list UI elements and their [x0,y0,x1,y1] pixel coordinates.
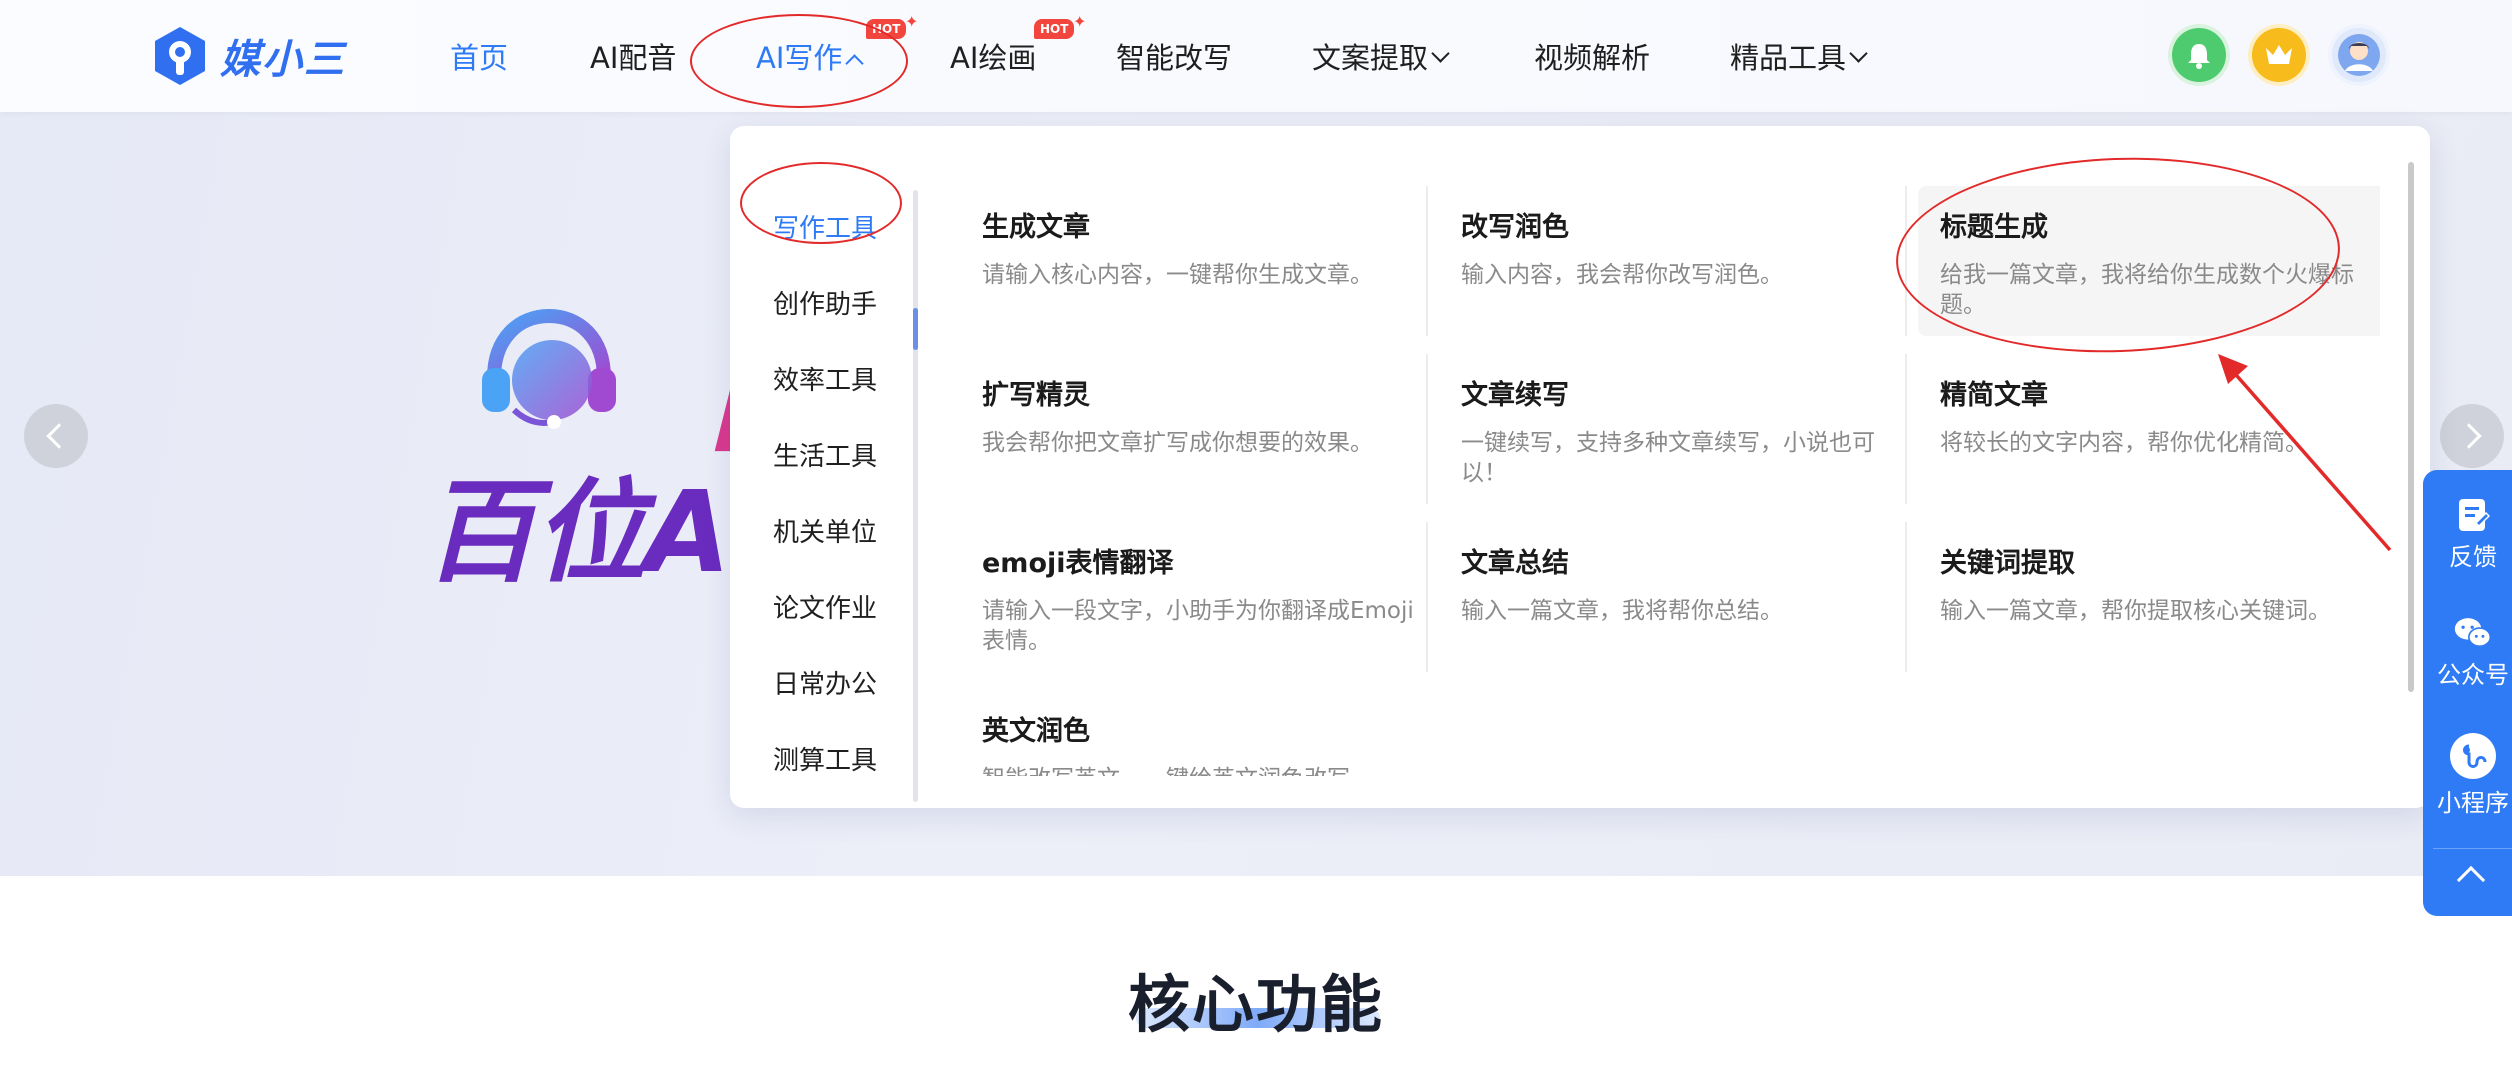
tool-desc: 输入一篇文章，我将帮你总结。 [1461,598,1783,624]
chevron-down-icon [1849,44,1868,63]
tool-desc: 我会帮你把文章扩写成你想要的效果。 [982,430,1373,456]
banner-prev-button[interactable] [24,404,88,468]
tool-card-emoji-translate[interactable]: emoji表情翻译 请输入一段文字，小助手为你翻译成Emoji表情。 [960,522,1438,672]
tool-title: 生成文章 [982,212,1090,243]
nav-ai-drawing-label: AI绘画 [950,41,1037,75]
category-sidebar: 写作工具 创作助手 效率工具 生活工具 机关单位 论文作业 日常办公 测算工具 [730,154,920,802]
tool-card-english-polish[interactable]: 英文润色 智能改写英文，一键给英文润色改写 [960,690,1438,776]
category-life-tools[interactable]: 生活工具 [773,440,877,474]
float-mini-program[interactable]: 小程序 [2423,732,2512,818]
tool-card-expand-writer[interactable]: 扩写精灵 我会帮你把文章扩写成你想要的效果。 [960,354,1438,504]
sparkle-icon: ✦ [905,12,919,31]
sparkle-icon: ✦ [1073,12,1087,31]
tool-desc: 一键续写，支持多种文章续写，小说也可以！ [1461,430,1875,486]
nav-home-label: 首页 [450,41,509,75]
tool-desc: 请输入一段文字，小助手为你翻译成Emoji表情。 [982,598,1414,654]
chevron-up-icon [845,54,865,73]
site-logo[interactable]: 媒小三 [152,24,346,88]
banner-headline: 百位AI [424,468,770,598]
chevron-down-icon [1431,44,1450,63]
tool-desc: 给我一篇文章，我将给你生成数个火爆标题。 [1940,262,2354,318]
sidebar-scrollbar-thumb[interactable] [913,308,918,350]
nav-ai-writing-label: AI写作 [756,41,843,75]
tool-title: 扩写精灵 [982,380,1090,411]
back-to-top-button[interactable] [2456,865,2486,895]
section-title: 核心功能 [1127,968,1384,1041]
tool-desc: 输入内容，我会帮你改写润色。 [1461,262,1783,288]
vip-button[interactable] [2252,28,2306,82]
tool-desc: 智能改写英文，一键给英文润色改写 [982,764,1422,776]
float-feedback-label: 反馈 [2449,543,2497,571]
chevron-left-icon [46,423,72,449]
bell-icon [2188,44,2210,69]
category-daily-office[interactable]: 日常办公 [773,668,877,702]
category-government[interactable]: 机关单位 [773,516,877,550]
logo-icon [155,27,205,85]
user-avatar[interactable] [2332,28,2386,82]
right-float-bar: 反馈 公众号 小程序 [2423,470,2512,916]
float-feedback[interactable]: 反馈 [2423,496,2512,572]
nav-ai-drawing[interactable]: AI绘画 [950,38,1036,78]
mini-program-icon [2449,732,2497,780]
wechat-icon [2454,614,2492,652]
nav-premium-tools[interactable]: 精品工具 [1730,38,1868,78]
nav-video-parse-label: 视频解析 [1534,41,1651,75]
feedback-icon [2454,496,2492,534]
nav-copy-extract-label: 文案提取 [1312,41,1429,75]
tool-title: 文章总结 [1461,548,1569,579]
nav-smart-rewrite-label: 智能改写 [1116,41,1233,75]
ai-writing-dropdown: 写作工具 创作助手 效率工具 生活工具 机关单位 论文作业 日常办公 测算工具 … [730,126,2430,808]
hot-badge: HOT [1034,19,1075,39]
sidebar-scrollbar[interactable] [913,190,918,802]
nav-ai-writing[interactable]: AI写作 [756,38,865,78]
category-paper-homework[interactable]: 论文作业 [773,592,877,626]
tool-title: 标题生成 [1940,212,2048,243]
avatar-icon [2338,34,2380,76]
crown-icon [2266,45,2292,64]
float-wechat-official[interactable]: 公众号 [2423,614,2512,690]
logo-text: 媒小三 [220,37,346,83]
dropdown-scrollbar[interactable] [2408,162,2414,692]
nav-copy-extract[interactable]: 文案提取 [1312,38,1450,78]
nav-smart-rewrite[interactable]: 智能改写 [1116,38,1232,78]
tool-card-generate-article[interactable]: 生成文章 请输入核心内容，一键帮你生成文章。 [960,186,1438,336]
tool-card-title-generate[interactable]: 标题生成 给我一篇文章，我将给你生成数个火爆标题。 [1918,186,2380,336]
float-mini-program-label: 小程序 [2437,789,2509,817]
hot-badge: HOT [866,19,907,39]
tool-title: 改写润色 [1461,212,1569,243]
category-writing-tools[interactable]: 写作工具 [773,212,877,246]
tool-desc: 输入一篇文章，帮你提取核心关键词。 [1940,598,2331,624]
tool-title: 英文润色 [982,716,1090,747]
tool-card-rewrite-polish[interactable]: 改写润色 输入内容，我会帮你改写润色。 [1439,186,1917,336]
top-header: 媒小三 首页 AI配音 AI写作 HOT ✦ AI绘画 HOT ✦ 智能改写 文… [0,0,2512,112]
chevron-right-icon [2456,423,2482,449]
float-wechat-label: 公众号 [2437,661,2509,689]
tool-title: 文章续写 [1461,380,1569,411]
tool-card-article-summary[interactable]: 文章总结 输入一篇文章，我将帮你总结。 [1439,522,1917,672]
category-efficiency-tools[interactable]: 效率工具 [773,364,877,398]
tool-card-continue-article[interactable]: 文章续写 一键续写，支持多种文章续写，小说也可以！ [1439,354,1917,504]
divider [2433,848,2512,849]
tool-title: emoji表情翻译 [982,548,1174,579]
annotation-arrow [2218,354,2392,552]
notification-button[interactable] [2172,28,2226,82]
nav-video-parse[interactable]: 视频解析 [1534,38,1650,78]
tool-desc: 请输入核心内容，一键帮你生成文章。 [982,262,1373,288]
nav-ai-dubbing-label: AI配音 [590,41,677,75]
nav-home[interactable]: 首页 [450,38,508,78]
headset-icon [482,308,616,429]
nav-ai-dubbing[interactable]: AI配音 [590,38,676,78]
nav-premium-tools-label: 精品工具 [1730,41,1847,75]
category-calculation-tools[interactable]: 测算工具 [773,744,877,778]
tool-grid: 生成文章 请输入核心内容，一键帮你生成文章。 改写润色 输入内容，我会帮你改写润… [960,126,2380,776]
category-creation-assistant[interactable]: 创作助手 [773,288,877,322]
banner-next-button[interactable] [2440,404,2504,468]
